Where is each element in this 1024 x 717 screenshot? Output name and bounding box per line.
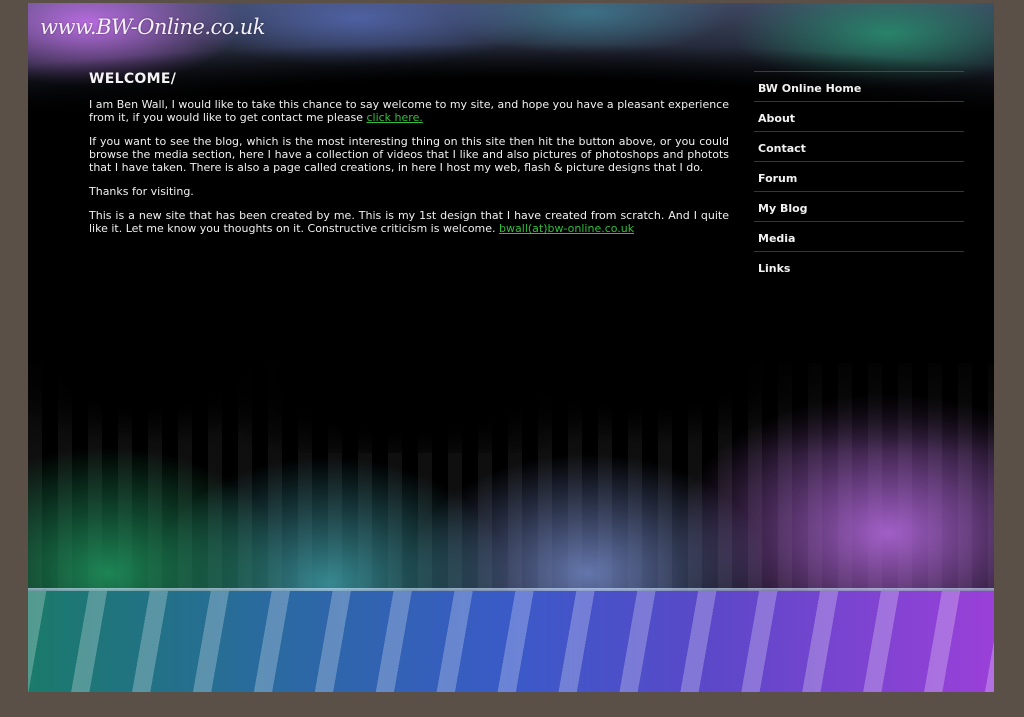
intro-paragraph: I am Ben Wall, I would like to take this… <box>89 98 729 124</box>
nav-item-my-blog[interactable]: My Blog <box>754 191 964 221</box>
contact-link[interactable]: click here. <box>366 111 422 124</box>
nav-item-links[interactable]: Links <box>754 251 964 281</box>
aurora-floor-background <box>28 591 994 692</box>
nav-item-contact[interactable]: Contact <box>754 131 964 161</box>
sidebar-nav: BW Online Home About Contact Forum My Bl… <box>754 71 964 281</box>
nav-item-forum[interactable]: Forum <box>754 161 964 191</box>
site-frame: www.BW-Online.co.uk WELCOME/ I am Ben Wa… <box>28 3 994 692</box>
thanks-paragraph: Thanks for visiting. <box>89 185 729 198</box>
page-title: WELCOME/ <box>89 71 177 87</box>
blog-text: If you want to see the blog, which is th… <box>89 135 729 174</box>
new-site-paragraph: This is a new site that has been created… <box>89 209 729 235</box>
nav-item-about[interactable]: About <box>754 101 964 131</box>
blog-paragraph: If you want to see the blog, which is th… <box>89 135 729 174</box>
thanks-text: Thanks for visiting. <box>89 185 194 198</box>
dark-cloud-lower-overlay <box>28 343 994 453</box>
email-link[interactable]: bwall(at)bw-online.co.uk <box>499 222 634 235</box>
site-logo[interactable]: www.BW-Online.co.uk <box>40 15 265 39</box>
nav-item-home[interactable]: BW Online Home <box>754 71 964 101</box>
main-content: WELCOME/ I am Ben Wall, I would like to … <box>89 71 729 246</box>
nav-item-media[interactable]: Media <box>754 221 964 251</box>
